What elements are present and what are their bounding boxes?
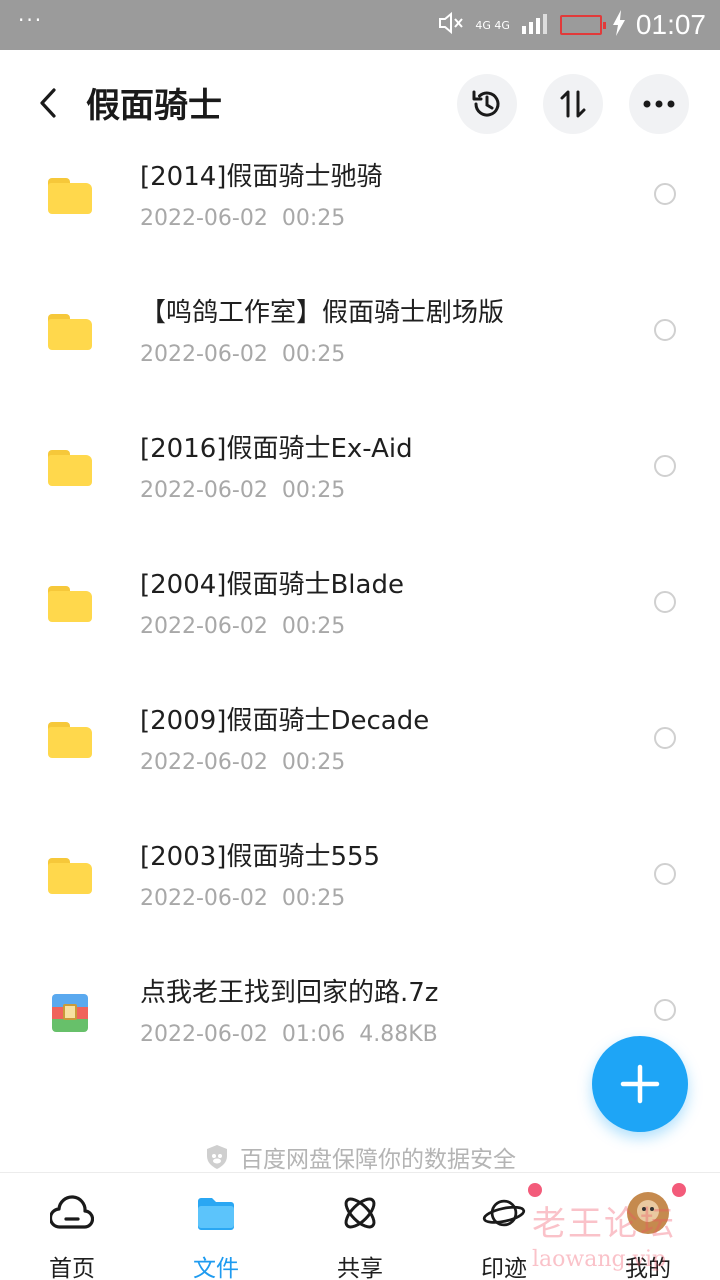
watermark-url: laowang.vip [532, 1247, 667, 1272]
nav-label: 共享 [337, 1256, 383, 1280]
home-cloud-icon [50, 1191, 94, 1235]
more-button[interactable] [629, 74, 689, 134]
file-meta: 2022-06-02 00:25 [140, 206, 345, 231]
security-note: 百度网盘保障你的数据安全 [0, 1140, 720, 1174]
file-meta: 2022-06-02 01:06 4.88KB [140, 1022, 438, 1047]
select-checkbox[interactable] [654, 591, 676, 613]
folder-icon [48, 722, 92, 758]
select-checkbox[interactable] [654, 183, 676, 205]
more-dots-icon [643, 100, 675, 108]
file-time: 00:25 [281, 886, 346, 911]
charging-icon [612, 10, 626, 40]
page-title: 假面骑士 [86, 86, 222, 126]
plus-icon [620, 1064, 660, 1104]
watermark-text: 老王论坛 [532, 1204, 676, 1244]
folder-icon [194, 1191, 238, 1235]
file-time: 00:25 [281, 614, 346, 639]
file-date: 2022-06-02 [140, 750, 268, 775]
sort-button[interactable] [543, 74, 603, 134]
nav-item-share[interactable]: 共享 [288, 1173, 432, 1280]
shield-icon [207, 1145, 227, 1169]
archive-icon [52, 994, 88, 1032]
file-time: 00:25 [281, 342, 346, 367]
file-name: [2009]假面骑士Decade [140, 706, 430, 736]
mute-icon [437, 11, 465, 39]
status-indicators: 4G 4G 01:07 [437, 0, 706, 50]
folder-icon [48, 178, 92, 214]
network-label: 4G 4G [475, 18, 510, 32]
select-checkbox[interactable] [654, 455, 676, 477]
notification-dot [528, 1183, 542, 1197]
file-row[interactable]: 【鸣鸽工作室】假面骑士剧场版 2022-06-02 00:25 [0, 262, 720, 398]
planet-icon [482, 1191, 526, 1235]
share-atom-icon [338, 1191, 382, 1235]
notification-dot [672, 1183, 686, 1197]
file-size: 4.88KB [359, 1022, 438, 1047]
chevron-left-icon [40, 88, 56, 118]
select-checkbox[interactable] [654, 863, 676, 885]
select-checkbox[interactable] [654, 727, 676, 749]
file-name: [2014]假面骑士驰骑 [140, 162, 383, 192]
select-checkbox[interactable] [654, 999, 676, 1021]
folder-icon [48, 314, 92, 350]
file-meta: 2022-06-02 00:25 [140, 750, 345, 775]
file-name: [2003]假面骑士555 [140, 842, 381, 872]
file-meta: 2022-06-02 00:25 [140, 614, 345, 639]
add-button[interactable] [592, 1036, 688, 1132]
folder-icon [48, 450, 92, 486]
file-meta: 2022-06-02 00:25 [140, 478, 345, 503]
file-row[interactable]: [2009]假面骑士Decade 2022-06-02 00:25 [0, 670, 720, 806]
nav-item-files[interactable]: 文件 [144, 1173, 288, 1280]
file-time: 00:25 [281, 206, 346, 231]
nav-label: 首页 [49, 1256, 95, 1280]
file-meta: 2022-06-02 00:25 [140, 886, 345, 911]
nav-item-home[interactable]: 首页 [0, 1173, 144, 1280]
status-time: 01:07 [635, 9, 706, 40]
back-button[interactable] [28, 80, 68, 126]
file-time: 00:25 [281, 478, 346, 503]
file-date: 2022-06-02 [140, 478, 268, 503]
file-name: 点我老王找到回家的路.7z [140, 978, 439, 1008]
history-button[interactable] [457, 74, 517, 134]
battery-icon [559, 15, 606, 35]
file-time: 01:06 [281, 1022, 346, 1047]
file-date: 2022-06-02 [140, 342, 268, 367]
status-more-dots: ··· [18, 8, 44, 32]
file-row[interactable]: [2003]假面骑士555 2022-06-02 00:25 [0, 806, 720, 942]
watermark: 老王论坛 laowang.vip [532, 1196, 712, 1276]
file-meta: 2022-06-02 00:25 [140, 342, 345, 367]
file-name: 【鸣鸽工作室】假面骑士剧场版 [140, 298, 505, 328]
file-date: 2022-06-02 [140, 614, 268, 639]
file-time: 00:25 [281, 750, 346, 775]
folder-icon [48, 586, 92, 622]
file-name: [2004]假面骑士Blade [140, 570, 404, 600]
history-icon [472, 90, 500, 117]
file-row[interactable]: [2004]假面骑士Blade 2022-06-02 00:25 [0, 534, 720, 670]
select-checkbox[interactable] [654, 319, 676, 341]
file-date: 2022-06-02 [140, 1022, 268, 1047]
security-note-text: 百度网盘保障你的数据安全 [240, 1147, 516, 1173]
file-row[interactable]: [2016]假面骑士Ex-Aid 2022-06-02 00:25 [0, 398, 720, 534]
signal-icon [520, 12, 550, 38]
file-name: [2016]假面骑士Ex-Aid [140, 434, 413, 464]
nav-label: 文件 [193, 1256, 239, 1280]
file-date: 2022-06-02 [140, 886, 268, 911]
folder-icon [48, 858, 92, 894]
file-date: 2022-06-02 [140, 206, 268, 231]
status-bar: ··· 4G 4G 01:07 [0, 0, 720, 50]
sort-icon [560, 90, 586, 118]
file-row[interactable]: [2014]假面骑士驰骑 2022-06-02 00:25 [0, 126, 720, 262]
